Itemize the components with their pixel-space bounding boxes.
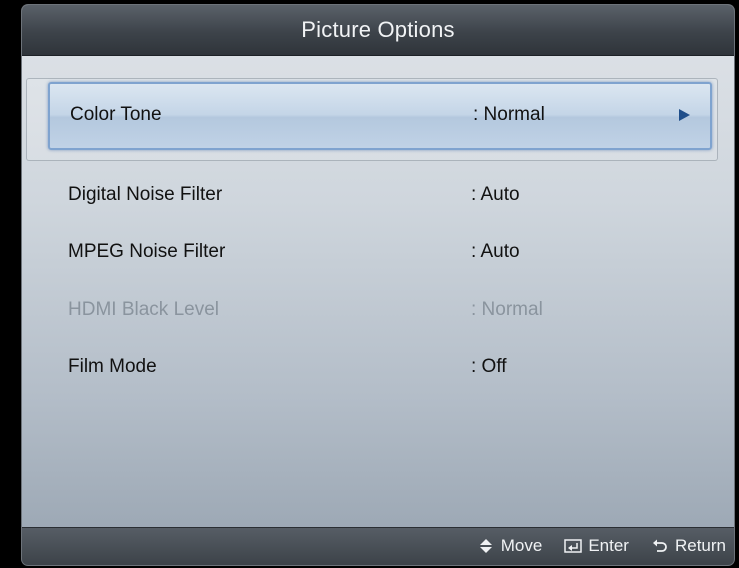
menu-item-digital-noise-filter[interactable]: Digital Noise Filter : Auto bbox=[48, 180, 708, 210]
up-down-arrows-icon bbox=[477, 537, 495, 555]
options-list: Color Tone : Normal Digital Noise Filter… bbox=[22, 55, 734, 527]
menu-item-value: : Normal bbox=[473, 104, 545, 125]
menu-item-label: Digital Noise Filter bbox=[68, 184, 223, 205]
footer-return-label: Return bbox=[674, 536, 726, 555]
menu-item-value: : Auto bbox=[471, 241, 520, 262]
footer-bar: Move Enter Return bbox=[22, 527, 734, 565]
footer-return: Return bbox=[651, 536, 726, 556]
dialog-title: Picture Options bbox=[301, 17, 455, 42]
enter-icon bbox=[564, 537, 583, 555]
return-icon bbox=[651, 537, 669, 555]
menu-item-label: HDMI Black Level bbox=[68, 299, 219, 320]
menu-item-label: Color Tone bbox=[70, 104, 162, 125]
menu-item-label: Film Mode bbox=[68, 356, 157, 377]
footer-enter: Enter bbox=[564, 536, 629, 556]
menu-item-film-mode[interactable]: Film Mode : Off bbox=[48, 352, 708, 382]
submenu-arrow-icon bbox=[679, 109, 690, 121]
picture-options-dialog: Picture Options Color Tone : Normal Digi… bbox=[22, 5, 734, 565]
footer-move-label: Move bbox=[500, 536, 543, 555]
menu-item-color-tone[interactable]: Color Tone : Normal bbox=[48, 82, 712, 150]
menu-item-hdmi-black-level: HDMI Black Level : Normal bbox=[48, 295, 708, 325]
menu-item-label: MPEG Noise Filter bbox=[68, 241, 226, 262]
menu-item-mpeg-noise-filter[interactable]: MPEG Noise Filter : Auto bbox=[48, 237, 708, 267]
footer-move: Move bbox=[477, 536, 543, 556]
footer-enter-label: Enter bbox=[588, 536, 629, 555]
title-bar: Picture Options bbox=[22, 5, 734, 56]
menu-item-value: : Normal bbox=[471, 299, 543, 320]
menu-item-value: : Off bbox=[471, 356, 507, 377]
menu-item-value: : Auto bbox=[471, 184, 520, 205]
